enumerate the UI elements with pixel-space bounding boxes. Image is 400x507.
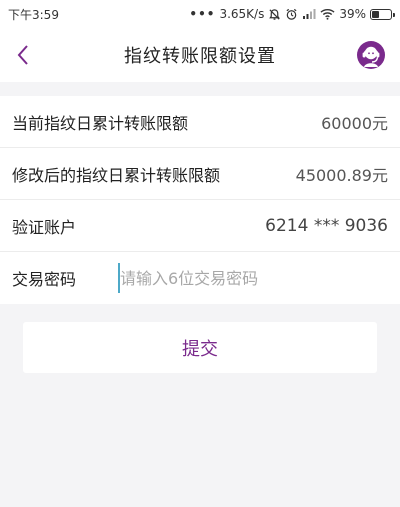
modified-limit-label: 修改后的指纹日累计转账限额: [12, 165, 221, 185]
nav-bar: 指纹转账限额设置: [0, 28, 400, 82]
current-limit-label: 当前指纹日累计转账限额: [12, 113, 189, 133]
wifi-icon: [320, 8, 335, 20]
password-label: 交易密码: [12, 270, 77, 289]
battery-percent: 39%: [339, 7, 366, 21]
chevron-left-icon: [17, 45, 28, 65]
account-value: 6214 *** 9036: [265, 215, 388, 236]
headset-agent-icon: [357, 41, 385, 69]
status-time: 下午3:59: [8, 7, 59, 22]
password-row: 交易密码: [0, 252, 400, 304]
submit-button[interactable]: 提交: [23, 322, 377, 373]
modified-limit-row: 修改后的指纹日累计转账限额 45000.89元: [0, 148, 400, 200]
status-dots: •••: [189, 7, 216, 21]
modified-limit-value: 45000.89元: [295, 165, 388, 185]
status-icons: ••• 3.65K/s 39%: [189, 7, 395, 21]
page-title: 指纹转账限额设置: [124, 46, 276, 67]
status-bar: 下午3:59 ••• 3.65K/s 39%: [0, 0, 400, 28]
signal-icon: [302, 8, 316, 20]
back-button[interactable]: [4, 36, 42, 74]
current-limit-value: 60000元: [321, 113, 388, 133]
account-label: 验证账户: [12, 217, 77, 237]
customer-service-button[interactable]: [356, 40, 386, 70]
alarm-clock-icon: [285, 8, 298, 21]
account-row: 验证账户 6214 *** 9036: [0, 200, 400, 252]
password-input[interactable]: [118, 263, 388, 293]
battery-icon: [370, 8, 395, 20]
mute-bell-icon: [268, 8, 281, 21]
network-speed: 3.65K/s: [219, 7, 265, 21]
battery-level: [372, 10, 380, 18]
limit-form: 当前指纹日累计转账限额 60000元 修改后的指纹日累计转账限额 45000.8…: [0, 96, 400, 304]
current-limit-row: 当前指纹日累计转账限额 60000元: [0, 96, 400, 148]
